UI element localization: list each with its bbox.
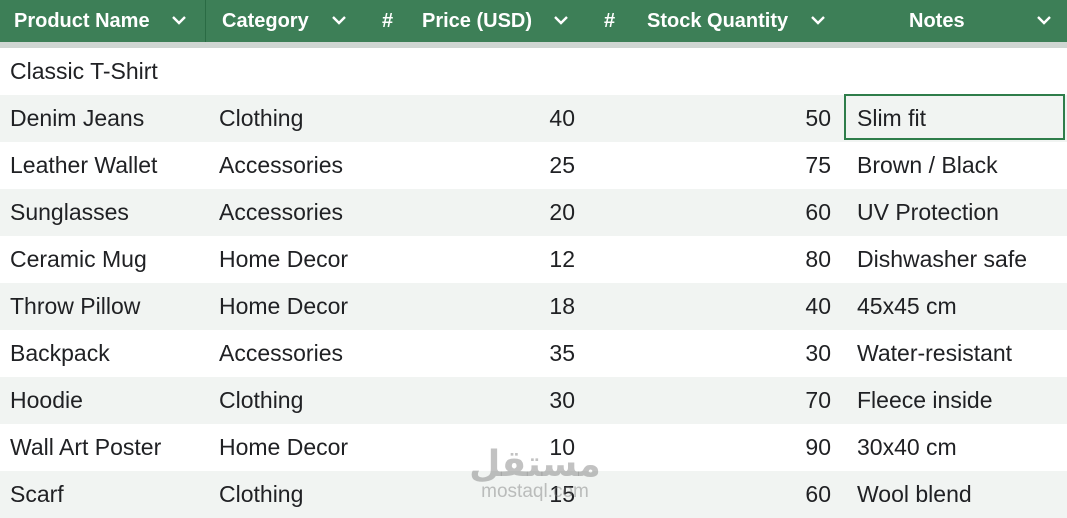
cell-product-name[interactable]: Throw Pillow xyxy=(10,283,205,330)
cell-category[interactable]: Accessories xyxy=(219,142,369,189)
cell-product-name[interactable]: Classic T-Shirt xyxy=(10,48,205,95)
cell-notes[interactable]: Dishwasher safe xyxy=(857,236,1065,283)
cell-price[interactable]: 10 xyxy=(380,424,575,471)
cell-stock-quantity[interactable]: 30 xyxy=(600,330,831,377)
table-row[interactable]: Sunglasses Accessories 20 60 UV Protecti… xyxy=(0,189,1067,236)
cell-price[interactable]: 40 xyxy=(380,95,575,142)
table-row[interactable]: Classic T-Shirt xyxy=(0,48,1067,95)
cell-price[interactable]: 18 xyxy=(380,283,575,330)
spreadsheet-table: Product Name Category # Price (USD) # St… xyxy=(0,0,1067,518)
chevron-down-icon[interactable] xyxy=(810,14,826,26)
cell-product-name[interactable]: Denim Jeans xyxy=(10,95,205,142)
cell-product-name[interactable]: Sunglasses xyxy=(10,189,205,236)
selected-cell-outline xyxy=(844,94,1065,140)
table-row[interactable]: Ceramic Mug Home Decor 12 80 Dishwasher … xyxy=(0,236,1067,283)
cell-category[interactable]: Home Decor xyxy=(219,236,369,283)
cell-stock-quantity[interactable]: 50 xyxy=(600,95,831,142)
cell-category[interactable]: Clothing xyxy=(219,471,369,518)
cell-price[interactable]: 12 xyxy=(380,236,575,283)
cell-notes[interactable]: 30x40 cm xyxy=(857,424,1065,471)
cell-price[interactable]: 20 xyxy=(380,189,575,236)
number-type-icon: # xyxy=(604,10,616,32)
chevron-down-icon[interactable] xyxy=(171,14,187,26)
cell-category[interactable]: Accessories xyxy=(219,189,369,236)
chevron-down-icon[interactable] xyxy=(553,14,569,26)
column-header-stock-quantity[interactable]: # Stock Quantity xyxy=(588,0,844,42)
chevron-down-icon[interactable] xyxy=(331,14,347,26)
column-header-notes[interactable]: Notes xyxy=(844,0,1067,42)
cell-notes[interactable]: Water-resistant xyxy=(857,330,1065,377)
table-row[interactable]: Scarf Clothing 15 60 Wool blend xyxy=(0,471,1067,518)
cell-stock-quantity[interactable]: 40 xyxy=(600,283,831,330)
cell-stock-quantity[interactable]: 60 xyxy=(600,189,831,236)
table-row[interactable]: Wall Art Poster Home Decor 10 90 30x40 c… xyxy=(0,424,1067,471)
cell-price[interactable]: 30 xyxy=(380,377,575,424)
cell-stock-quantity[interactable]: 80 xyxy=(600,236,831,283)
cell-product-name[interactable]: Backpack xyxy=(10,330,205,377)
table-row[interactable]: Hoodie Clothing 30 70 Fleece inside xyxy=(0,377,1067,424)
cell-category[interactable] xyxy=(219,48,369,95)
cell-stock-quantity[interactable]: 90 xyxy=(600,424,831,471)
cell-product-name[interactable]: Wall Art Poster xyxy=(10,424,205,471)
cell-stock-quantity[interactable] xyxy=(600,48,831,95)
column-header-price[interactable]: # Price (USD) xyxy=(366,0,588,42)
cell-category[interactable]: Home Decor xyxy=(219,424,369,471)
cell-product-name[interactable]: Leather Wallet xyxy=(10,142,205,189)
column-header-label: Stock Quantity xyxy=(647,10,789,32)
column-header-label: Notes xyxy=(909,10,965,32)
column-header-product-name[interactable]: Product Name xyxy=(0,0,205,42)
cell-price[interactable] xyxy=(380,48,575,95)
column-header-label: Category xyxy=(222,10,309,32)
cell-product-name[interactable]: Hoodie xyxy=(10,377,205,424)
cell-notes[interactable] xyxy=(857,48,1065,95)
cell-category[interactable]: Home Decor xyxy=(219,283,369,330)
chevron-down-icon[interactable] xyxy=(1036,14,1052,26)
cell-category[interactable]: Clothing xyxy=(219,377,369,424)
cell-price[interactable]: 25 xyxy=(380,142,575,189)
table-row[interactable]: Leather Wallet Accessories 25 75 Brown /… xyxy=(0,142,1067,189)
cell-product-name[interactable]: Ceramic Mug xyxy=(10,236,205,283)
cell-notes[interactable]: Brown / Black xyxy=(857,142,1065,189)
column-header-category[interactable]: Category xyxy=(205,0,366,42)
cell-category[interactable]: Accessories xyxy=(219,330,369,377)
cell-stock-quantity[interactable]: 70 xyxy=(600,377,831,424)
table-header: Product Name Category # Price (USD) # St… xyxy=(0,0,1067,48)
column-header-label: Product Name xyxy=(14,10,150,32)
cell-notes[interactable]: Fleece inside xyxy=(857,377,1065,424)
table-row[interactable]: Backpack Accessories 35 30 Water-resista… xyxy=(0,330,1067,377)
cell-notes[interactable]: 45x45 cm xyxy=(857,283,1065,330)
cell-stock-quantity[interactable]: 75 xyxy=(600,142,831,189)
cell-product-name[interactable]: Scarf xyxy=(10,471,205,518)
cell-notes[interactable]: Wool blend xyxy=(857,471,1065,518)
cell-notes[interactable]: UV Protection xyxy=(857,189,1065,236)
cell-price[interactable]: 35 xyxy=(380,330,575,377)
column-header-label: Price (USD) xyxy=(422,10,533,32)
table-row[interactable]: Throw Pillow Home Decor 18 40 45x45 cm xyxy=(0,283,1067,330)
cell-stock-quantity[interactable]: 60 xyxy=(600,471,831,518)
cell-category[interactable]: Clothing xyxy=(219,95,369,142)
cell-price[interactable]: 15 xyxy=(380,471,575,518)
number-type-icon: # xyxy=(382,10,394,32)
